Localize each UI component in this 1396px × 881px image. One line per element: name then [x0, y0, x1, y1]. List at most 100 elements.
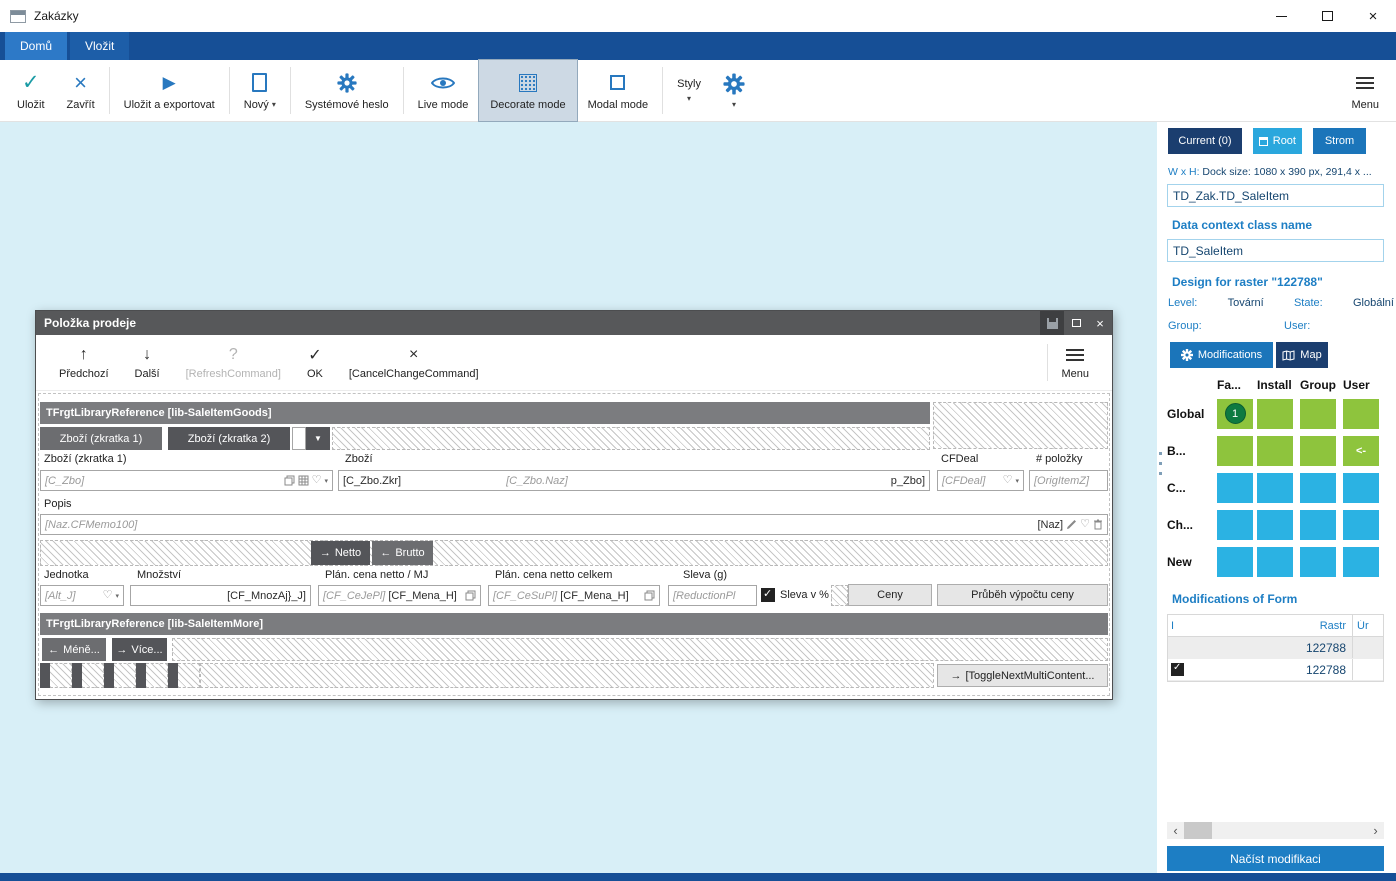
- modification-row[interactable]: 122788: [1168, 659, 1383, 681]
- goods-code-input[interactable]: [C_Zbo] ♡ ▾: [40, 470, 333, 491]
- collapsed-column[interactable]: [104, 663, 136, 688]
- orig-item-input[interactable]: [OrigItemZ]: [1029, 470, 1108, 491]
- layers-icon[interactable]: [644, 590, 655, 601]
- tab-insert[interactable]: Vložit: [70, 32, 130, 60]
- heart-icon[interactable]: ♡: [312, 475, 322, 486]
- grid-cell[interactable]: [1343, 510, 1379, 540]
- pencil-icon[interactable]: [1066, 519, 1077, 530]
- horizontal-scrollbar[interactable]: ‹ ›: [1167, 822, 1384, 839]
- save-export-button[interactable]: ▶ Uložit a exportovat: [113, 60, 226, 121]
- goods-name-input[interactable]: [C_Zbo.Zkr] [C_Zbo.Naz] p_Zbo]: [338, 470, 930, 491]
- cancel-change-command-button[interactable]: × [CancelChangeCommand]: [336, 335, 492, 390]
- grid-picker-icon[interactable]: [298, 475, 309, 486]
- grid-cell[interactable]: [1343, 399, 1379, 429]
- designer-menu-button[interactable]: Menu: [1048, 335, 1102, 390]
- unit-input[interactable]: [Alt_J] ♡ ▾: [40, 585, 124, 606]
- new-button[interactable]: Nový ▾: [233, 60, 287, 121]
- caret-down-icon[interactable]: ▾: [1015, 477, 1019, 485]
- section-header-goods[interactable]: TFrgtLibraryReference [lib-SaleItemGoods…: [40, 402, 930, 424]
- tab-goods-short1[interactable]: Zboží (zkratka 1): [40, 427, 162, 450]
- grid-cell[interactable]: [1257, 399, 1293, 429]
- modification-row[interactable]: 122788: [1168, 637, 1383, 659]
- grid-cell[interactable]: [1343, 547, 1379, 577]
- save-layout-button[interactable]: [1040, 311, 1064, 335]
- designer-maximize-button[interactable]: [1064, 311, 1088, 335]
- collapsed-column[interactable]: [40, 663, 72, 688]
- designer-titlebar[interactable]: Položka prodeje ×: [36, 311, 1112, 335]
- modal-mode-button[interactable]: Modal mode: [577, 60, 660, 121]
- tab-root[interactable]: Root: [1253, 128, 1302, 154]
- grid-cell[interactable]: [1343, 473, 1379, 503]
- scroll-right-button[interactable]: ›: [1367, 822, 1384, 839]
- heart-icon[interactable]: ♡: [103, 590, 113, 601]
- grid-cell[interactable]: [1300, 473, 1336, 503]
- tab-current[interactable]: Current (0): [1168, 128, 1242, 154]
- tab-overflow-button[interactable]: ▼: [292, 427, 330, 450]
- grid-cell[interactable]: [1257, 473, 1293, 503]
- grid-cell[interactable]: [1217, 436, 1253, 466]
- tab-goods-short2[interactable]: Zboží (zkratka 2): [168, 427, 290, 450]
- he​art-icon[interactable]: ♡: [1003, 475, 1013, 486]
- close-form-button[interactable]: × Zavřít: [56, 60, 106, 121]
- dock-path-input[interactable]: [1167, 184, 1384, 207]
- grid-cell[interactable]: [1300, 399, 1336, 429]
- tab-tree[interactable]: Strom: [1313, 128, 1366, 154]
- grid-cell[interactable]: [1300, 547, 1336, 577]
- collapsed-column[interactable]: [72, 663, 104, 688]
- system-password-button[interactable]: Systémové heslo: [294, 60, 400, 121]
- caret-down-icon[interactable]: ▾: [115, 592, 119, 600]
- cfdeal-input[interactable]: [CFDeal] ♡ ▾: [937, 470, 1024, 491]
- save-button[interactable]: ✓ Uložit: [6, 60, 56, 121]
- layers-icon[interactable]: [465, 590, 476, 601]
- quantity-input[interactable]: [CF_MnozAj}_J]: [130, 585, 311, 606]
- caret-down-icon[interactable]: ▾: [324, 477, 328, 485]
- description-input[interactable]: [Naz.CFMemo100] [Naz] ♡: [40, 514, 1108, 535]
- scroll-left-button[interactable]: ‹: [1167, 822, 1184, 839]
- grid-cell[interactable]: [1217, 547, 1253, 577]
- tab-home[interactable]: Domů: [5, 32, 68, 60]
- layers-icon[interactable]: [284, 475, 295, 486]
- grid-cell[interactable]: [1300, 436, 1336, 466]
- less-button[interactable]: ← Méně...: [42, 638, 106, 661]
- scrollbar-thumb[interactable]: [1184, 822, 1212, 839]
- trash-icon[interactable]: [1093, 519, 1103, 530]
- prices-button[interactable]: Ceny: [848, 584, 932, 606]
- toggle-next-multicontent-button[interactable]: → [ToggleNextMultiContent...: [937, 664, 1108, 687]
- menu-button[interactable]: Menu: [1340, 60, 1390, 121]
- collapsed-column[interactable]: [168, 663, 200, 688]
- grid-cell[interactable]: [1257, 436, 1293, 466]
- grid-cell[interactable]: [1217, 473, 1253, 503]
- designer-close-button[interactable]: ×: [1088, 311, 1112, 335]
- grid-cell[interactable]: [1257, 547, 1293, 577]
- grid-cell[interactable]: [1300, 510, 1336, 540]
- settings-dropdown-button[interactable]: ▾: [712, 60, 756, 121]
- grid-cell[interactable]: <-: [1343, 436, 1379, 466]
- section-header-more[interactable]: TFrgtLibraryReference [lib-SaleItemMore]: [40, 613, 1108, 635]
- tab-modifications[interactable]: Modifications: [1170, 342, 1273, 368]
- minimize-button[interactable]: [1258, 0, 1304, 32]
- load-modification-button[interactable]: Načíst modifikaci: [1167, 846, 1384, 871]
- context-class-input[interactable]: [1167, 239, 1384, 262]
- price-progress-button[interactable]: Průběh výpočtu ceny: [937, 584, 1108, 606]
- price-unit-input[interactable]: [CF_CeJePl] [CF_Mena_H]: [318, 585, 481, 606]
- refresh-command-button[interactable]: ? [RefreshCommand]: [173, 335, 294, 390]
- collapsed-column[interactable]: [136, 663, 168, 688]
- brutto-button[interactable]: ← Brutto: [372, 541, 433, 565]
- netto-button[interactable]: → Netto: [311, 541, 370, 565]
- grid-cell[interactable]: [1257, 510, 1293, 540]
- row-checkbox[interactable]: [1171, 662, 1184, 676]
- decorate-mode-button[interactable]: Decorate mode: [478, 59, 578, 122]
- previous-button[interactable]: ↑ Předchozí: [46, 335, 122, 390]
- grid-cell[interactable]: 1: [1217, 399, 1253, 429]
- live-mode-button[interactable]: Live mode: [407, 60, 480, 121]
- panel-splitter[interactable]: [1157, 122, 1165, 873]
- discount-input[interactable]: [ReductionPl: [668, 585, 757, 606]
- tab-map[interactable]: Map: [1276, 342, 1328, 368]
- next-button[interactable]: ↓ Další: [122, 335, 173, 390]
- price-total-input[interactable]: [CF_CeSuPl] [CF_Mena_H]: [488, 585, 660, 606]
- close-button[interactable]: ×: [1350, 0, 1396, 32]
- grid-cell[interactable]: [1217, 510, 1253, 540]
- heart-icon[interactable]: ♡: [1080, 519, 1090, 530]
- maximize-button[interactable]: [1304, 0, 1350, 32]
- more-button[interactable]: → Více...: [112, 638, 167, 661]
